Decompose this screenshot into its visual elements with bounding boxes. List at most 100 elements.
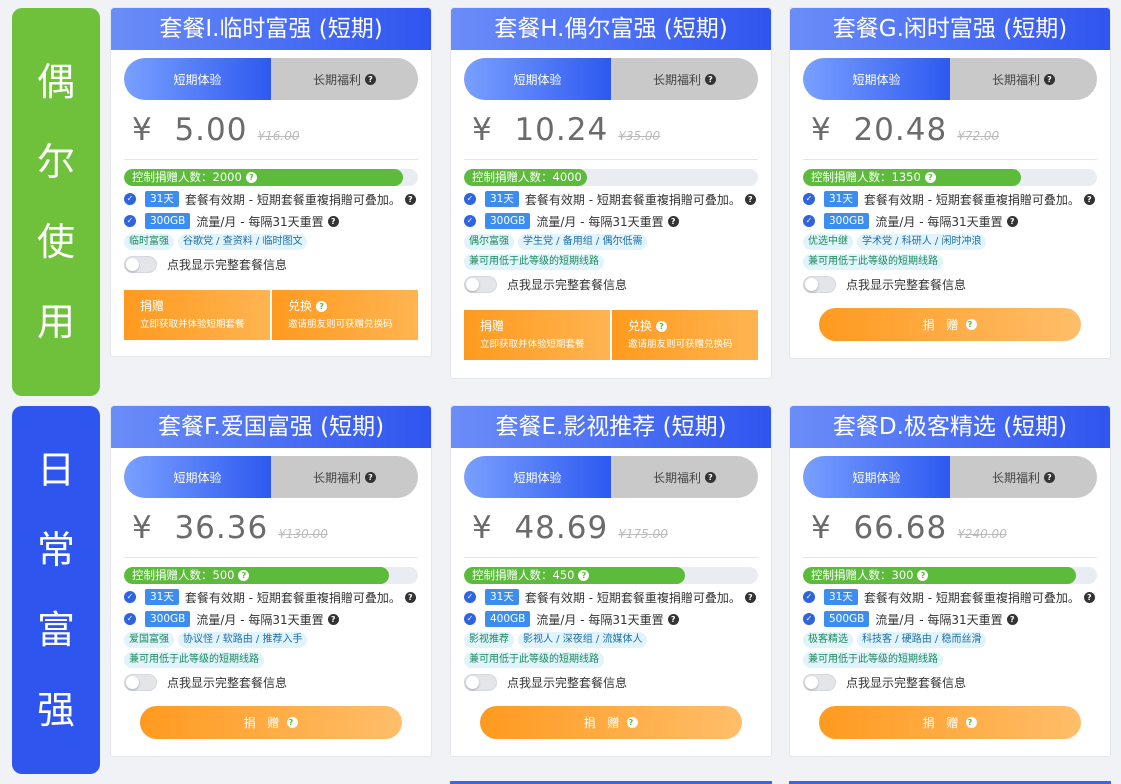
price-row: ¥ 36.36 ¥130.00	[124, 498, 418, 558]
help-icon[interactable]: ?	[917, 570, 929, 581]
original-price: ¥240.00	[957, 526, 1007, 541]
help-icon[interactable]: ?	[667, 215, 679, 227]
help-icon[interactable]: ?	[1006, 215, 1018, 227]
price: ¥ 10.24	[472, 111, 609, 148]
tab-long-term[interactable]: 长期福利?	[950, 456, 1097, 498]
help-icon[interactable]: ?	[365, 73, 376, 85]
donor-progress: 控制捐赠人数：450?	[464, 567, 758, 584]
price: ¥ 48.69	[472, 509, 609, 546]
help-icon[interactable]: ?	[404, 591, 416, 603]
help-icon[interactable]: ?	[966, 319, 978, 330]
help-icon[interactable]: ?	[245, 172, 257, 183]
section-char: 强	[36, 688, 75, 732]
donate-button[interactable]: 捐赠 立即获取并体验短期套餐	[464, 310, 610, 360]
help-icon[interactable]: ?	[744, 591, 756, 603]
action-buttons: 捐赠 立即获取并体验短期套餐 兑换? 邀请朋友则可获赠兑换码	[464, 310, 758, 360]
tab-long-term[interactable]: 长期福利?	[611, 58, 758, 100]
tab-short-term[interactable]: 短期体验	[464, 456, 611, 498]
help-icon[interactable]: ?	[705, 471, 716, 483]
donate-button[interactable]: 捐 赠?	[140, 706, 402, 739]
tab-short-term[interactable]: 短期体验	[124, 58, 271, 100]
donor-progress: 控制捐赠人数：2000?	[124, 169, 418, 186]
show-details-switch[interactable]	[464, 673, 497, 691]
original-price: ¥175.00	[618, 526, 668, 541]
help-icon[interactable]: ?	[667, 613, 679, 625]
feature-validity: ✓ 31天 套餐有效期 - 短期套餐重複捐贈可叠加。?	[464, 588, 758, 606]
redeem-button[interactable]: 兑换? 邀请朋友则可获赠兑换码	[272, 290, 418, 340]
help-icon[interactable]: ?	[327, 613, 339, 625]
plan-title: 套餐E.影视推荐 (短期)	[451, 406, 771, 448]
tab-long-term[interactable]: 长期福利?	[950, 58, 1097, 100]
tab-short-term[interactable]: 短期体验	[124, 456, 271, 498]
tag: 学术党 / 科研人 / 闲时冲浪	[857, 234, 987, 250]
show-details-switch[interactable]	[464, 275, 497, 293]
help-icon[interactable]: ?	[316, 301, 328, 312]
help-icon[interactable]: ?	[404, 193, 416, 205]
tab-long-term[interactable]: 长期福利?	[611, 456, 758, 498]
check-icon: ✓	[124, 613, 136, 625]
plan-title: 套餐H.偶尔富强 (短期)	[451, 8, 771, 50]
action-buttons: 捐赠 立即获取并体验短期套餐 兑换? 邀请朋友则可获赠兑换码	[124, 290, 418, 340]
section-char: 日	[36, 448, 75, 492]
help-icon[interactable]: ?	[1044, 471, 1055, 483]
help-icon[interactable]: ?	[924, 172, 936, 183]
help-icon[interactable]: ?	[365, 471, 376, 483]
plan-type-toggle: 短期体验 长期福利?	[124, 58, 418, 100]
tag-list: 优选中继 学术党 / 科研人 / 闲时冲浪 兼可用低于此等级的短期线路	[803, 234, 1097, 270]
price-row: ¥ 10.24 ¥35.00	[464, 100, 758, 160]
tag: 临时富强	[124, 234, 174, 250]
help-icon[interactable]: ?	[656, 321, 668, 332]
help-icon[interactable]: ?	[1083, 193, 1095, 205]
donor-count: 控制捐赠人数：1350	[811, 170, 921, 184]
help-icon[interactable]: ?	[705, 73, 716, 85]
tab-short-term[interactable]: 短期体验	[803, 456, 950, 498]
check-icon: ✓	[464, 591, 476, 603]
tab-short-term[interactable]: 短期体验	[803, 58, 950, 100]
feature-traffic: ✓ 300GB 流量/月 - 每隔31天重置?	[124, 610, 418, 628]
show-details-switch[interactable]	[124, 255, 157, 273]
feature-traffic: ✓ 300GB 流量/月 - 每隔31天重置?	[464, 212, 758, 230]
plan-title: 套餐D.极客精选 (短期)	[790, 406, 1110, 448]
tag-lower-lines: 兼可用低于此等级的短期线路	[803, 254, 943, 270]
price: ¥ 36.36	[132, 509, 269, 546]
show-details-switch[interactable]	[124, 673, 157, 691]
show-details-row: 点我显示完整套餐信息	[464, 672, 758, 692]
help-icon[interactable]: ?	[744, 193, 756, 205]
help-icon[interactable]: ?	[1006, 613, 1018, 625]
help-icon[interactable]: ?	[966, 717, 978, 728]
plan-card-f: 套餐F.爱国富强 (短期) 短期体验 长期福利? ¥ 36.36 ¥130.00…	[110, 405, 432, 757]
donate-button[interactable]: 捐 赠?	[480, 706, 742, 739]
plan-title: 套餐G.闲时富强 (短期)	[790, 8, 1110, 50]
donate-button[interactable]: 捐 赠?	[819, 308, 1081, 341]
original-price: ¥35.00	[618, 128, 661, 143]
help-icon[interactable]: ?	[1044, 73, 1055, 85]
help-icon[interactable]: ?	[287, 717, 299, 728]
help-icon[interactable]: ?	[238, 570, 250, 581]
plan-type-toggle: 短期体验 长期福利?	[124, 456, 418, 498]
tab-long-term[interactable]: 长期福利?	[271, 456, 418, 498]
plan-title: 套餐F.爱国富强 (短期)	[111, 406, 431, 448]
redeem-button[interactable]: 兑换? 邀请朋友则可获赠兑换码	[612, 310, 758, 360]
tag-lower-lines: 兼可用低于此等级的短期线路	[464, 652, 604, 668]
plan-type-toggle: 短期体验 长期福利?	[464, 58, 758, 100]
help-icon[interactable]: ?	[578, 570, 590, 581]
help-icon[interactable]: ?	[1083, 591, 1095, 603]
tab-short-term[interactable]: 短期体验	[464, 58, 611, 100]
help-icon[interactable]: ?	[627, 717, 639, 728]
show-details-switch[interactable]	[803, 275, 836, 293]
tab-long-term[interactable]: 长期福利?	[271, 58, 418, 100]
section-char: 常	[36, 528, 75, 572]
price: ¥ 20.48	[811, 111, 948, 148]
donor-progress: 控制捐赠人数：4000	[464, 169, 758, 186]
help-icon[interactable]: ?	[327, 215, 339, 227]
donate-button[interactable]: 捐 赠?	[819, 706, 1081, 739]
plan-card-h: 套餐H.偶尔富强 (短期) 短期体验 长期福利? ¥ 10.24 ¥35.00 …	[450, 7, 772, 379]
plan-card-g: 套餐G.闲时富强 (短期) 短期体验 长期福利? ¥ 20.48 ¥72.00 …	[789, 7, 1111, 359]
plan-type-toggle: 短期体验 长期福利?	[803, 58, 1097, 100]
donate-button[interactable]: 捐赠 立即获取并体验短期套餐	[124, 290, 270, 340]
show-details-switch[interactable]	[803, 673, 836, 691]
price-row: ¥ 20.48 ¥72.00	[803, 100, 1097, 160]
section-label-daily: 日 常 富 强	[12, 406, 100, 774]
feature-traffic: ✓ 400GB 流量/月 - 每隔31天重置?	[464, 610, 758, 628]
price: ¥ 5.00	[132, 111, 248, 148]
